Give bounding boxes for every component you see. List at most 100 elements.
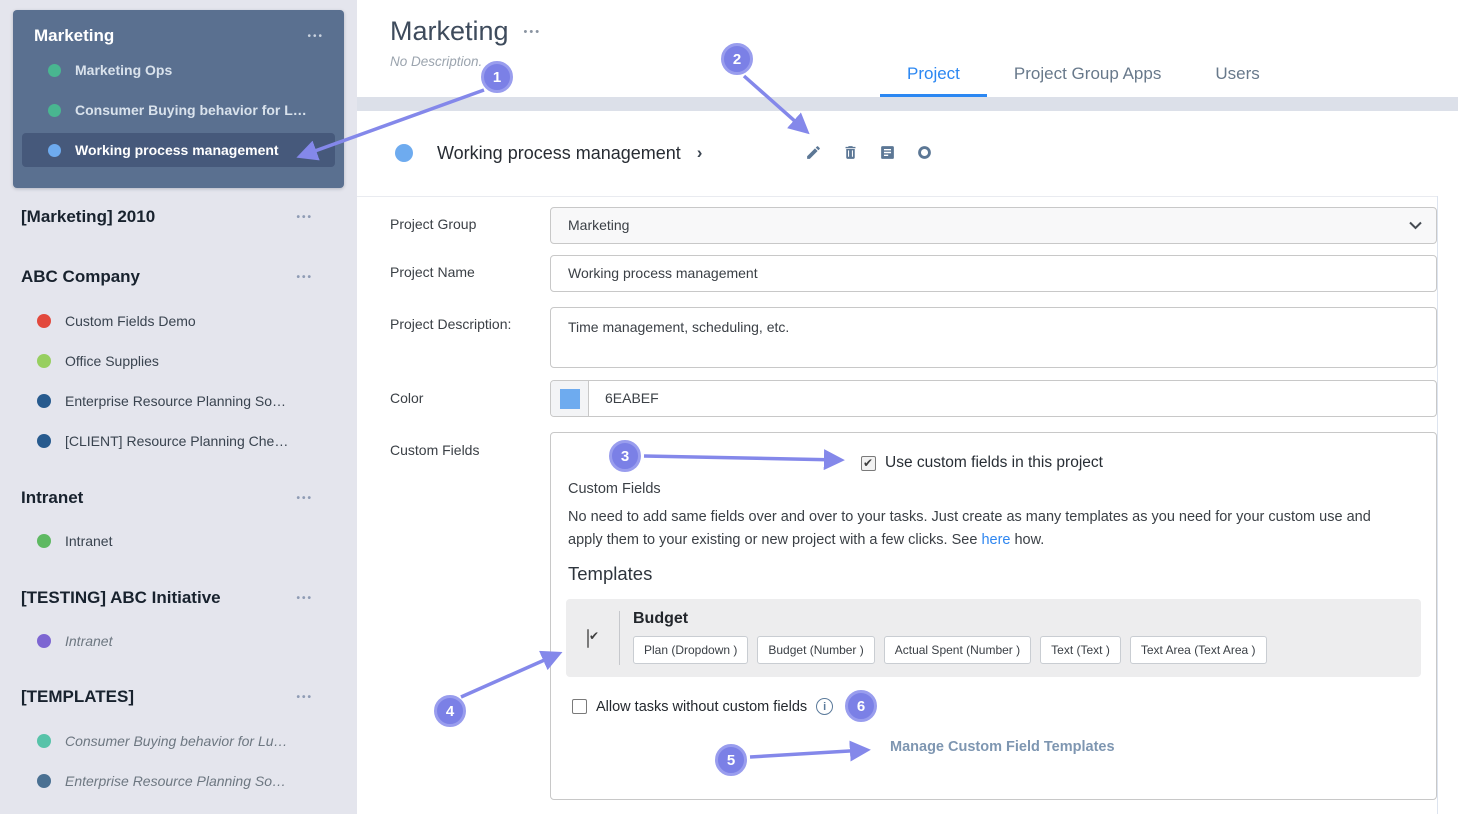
more-icon[interactable]: ••• xyxy=(296,493,313,504)
more-icon[interactable]: ••• xyxy=(296,593,313,604)
sidebar-group-title: [Marketing] 2010 xyxy=(21,207,156,226)
use-custom-fields-checkbox[interactable] xyxy=(861,455,876,471)
sidebar-item-working-process-management[interactable]: Working process management xyxy=(22,133,335,167)
color-value-input[interactable]: 6EABEF xyxy=(589,381,659,416)
more-icon[interactable]: ••• xyxy=(296,272,313,283)
use-custom-fields-row: Use custom fields in this project xyxy=(861,454,1103,472)
sidebar-item-label: Consumer Buying behavior for Lu… xyxy=(65,733,288,749)
sidebar-item-label: Intranet xyxy=(65,533,113,549)
custom-fields-description: No need to add same fields over and over… xyxy=(568,506,1371,552)
sidebar-group-title: [TESTING] ABC Initiative xyxy=(21,588,221,607)
more-icon[interactable]: ••• xyxy=(524,26,542,38)
sidebar-group-header: Marketing ••• xyxy=(13,10,344,50)
edit-pencil-icon[interactable] xyxy=(805,144,822,161)
color-field: 6EABEF xyxy=(550,380,1437,417)
sidebar-item-template-erp[interactable]: Enterprise Resource Planning So… xyxy=(0,761,357,801)
sidebar-item-label: Working process management xyxy=(75,142,279,158)
sidebar-item-custom-fields-demo[interactable]: Custom Fields Demo xyxy=(0,301,357,341)
manage-custom-field-templates-link[interactable]: Manage Custom Field Templates xyxy=(890,739,1115,755)
annotation-badge-4: 4 xyxy=(434,695,466,727)
sidebar-item-template-consumer-buying[interactable]: Consumer Buying behavior for Lu… xyxy=(0,721,357,761)
sidebar-item-consumer-buying[interactable]: Consumer Buying behavior for L… xyxy=(13,90,344,130)
here-link[interactable]: here xyxy=(981,532,1010,548)
sidebar-item-testing-intranet[interactable]: Intranet xyxy=(0,621,357,661)
template-body: Budget Plan (Dropdown ) Budget (Number )… xyxy=(633,610,1267,664)
sidebar-item-office-supplies[interactable]: Office Supplies xyxy=(0,341,357,381)
project-description-textarea[interactable]: Time management, scheduling, etc. xyxy=(550,307,1437,368)
sidebar-item-label: Intranet xyxy=(65,633,113,649)
chevron-down-icon xyxy=(1409,221,1422,230)
allow-tasks-checkbox[interactable] xyxy=(572,699,587,714)
project-name-input[interactable]: Working process management xyxy=(550,255,1437,292)
custom-fields-label: Custom Fields xyxy=(390,442,480,458)
sidebar-item-marketing-ops[interactable]: Marketing Ops xyxy=(13,50,344,90)
sidebar-item-client-resource-planning[interactable]: [CLIENT] Resource Planning Che… xyxy=(0,421,357,461)
app-window: Marketing ••• Marketing Ops Consumer Buy… xyxy=(0,0,1458,814)
more-icon[interactable]: ••• xyxy=(296,212,313,223)
project-bar-title: Working process management xyxy=(437,142,681,163)
custom-fields-section-title: Custom Fields xyxy=(568,481,661,497)
view-eye-icon[interactable] xyxy=(916,144,933,161)
sidebar-group-title: [TEMPLATES] xyxy=(21,687,135,706)
template-checkbox[interactable] xyxy=(587,629,589,648)
tab-bar: Project Project Group Apps Users xyxy=(880,53,1287,97)
project-toolbar xyxy=(805,144,933,161)
sidebar-item-label: [CLIENT] Resource Planning Che… xyxy=(65,433,289,449)
project-group-select[interactable]: Marketing xyxy=(550,207,1437,244)
project-group-value: Marketing xyxy=(568,217,630,233)
sidebar-item-erp-software[interactable]: Enterprise Resource Planning So… xyxy=(0,381,357,421)
project-name-label: Project Name xyxy=(390,264,475,280)
sidebar-item-label: Marketing Ops xyxy=(75,62,173,78)
delete-trash-icon[interactable] xyxy=(842,144,859,161)
content-divider xyxy=(357,196,1437,197)
tab-users[interactable]: Users xyxy=(1188,53,1286,97)
chip-text-text: Text (Text ) xyxy=(1040,636,1121,664)
chip-plan-dropdown: Plan (Dropdown ) xyxy=(633,636,749,664)
page-title-row: Marketing ••• xyxy=(390,16,541,47)
project-color-dot xyxy=(48,143,61,157)
page-subtitle: No Description. xyxy=(390,54,483,69)
description-line2-end: how. xyxy=(1010,532,1045,548)
notes-icon[interactable] xyxy=(879,144,896,161)
sidebar-item-intranet[interactable]: Intranet xyxy=(0,521,357,561)
sidebar-group-title: Intranet xyxy=(21,488,84,507)
project-color-dot xyxy=(37,434,51,448)
more-icon[interactable]: ••• xyxy=(307,31,324,42)
sidebar-group-title: Marketing xyxy=(34,26,115,45)
project-description-label: Project Description: xyxy=(390,316,512,332)
main-panel: Marketing ••• No Description. Project Pr… xyxy=(357,0,1458,814)
annotation-badge-5: 5 xyxy=(715,744,747,776)
sidebar-group-intranet[interactable]: Intranet ••• xyxy=(0,481,357,515)
annotation-badge-2: 2 xyxy=(721,43,753,75)
sidebar-group-title: ABC Company xyxy=(21,267,141,286)
sidebar-item-label: Consumer Buying behavior for L… xyxy=(75,102,307,118)
project-color-dot xyxy=(37,314,51,328)
project-color-dot xyxy=(37,534,51,548)
sidebar-group-templates[interactable]: [TEMPLATES] ••• xyxy=(0,680,357,714)
sidebar-item-label: Enterprise Resource Planning So… xyxy=(65,393,287,409)
chip-text-area: Text Area (Text Area ) xyxy=(1129,636,1267,664)
project-color-dot xyxy=(395,144,413,162)
sidebar-group-testing-abc-initiative[interactable]: [TESTING] ABC Initiative ••• xyxy=(0,581,357,615)
page-title: Marketing xyxy=(390,16,509,46)
chevron-right-icon[interactable]: › xyxy=(697,143,703,163)
project-color-dot xyxy=(37,774,51,788)
color-swatch-button[interactable] xyxy=(551,381,589,416)
info-icon[interactable]: i xyxy=(816,698,834,715)
annotation-badge-3: 3 xyxy=(609,440,641,472)
sidebar-group-marketing: Marketing ••• Marketing Ops Consumer Buy… xyxy=(13,10,344,188)
templates-title: Templates xyxy=(568,563,653,584)
project-bar: Working process management › xyxy=(395,133,702,173)
color-swatch xyxy=(559,388,580,409)
projects-sidebar: Marketing ••• Marketing Ops Consumer Buy… xyxy=(0,0,357,814)
tab-project[interactable]: Project xyxy=(880,53,987,97)
header-divider-band xyxy=(357,97,1458,111)
tab-project-group-apps[interactable]: Project Group Apps xyxy=(987,53,1188,97)
chip-actual-spent-number: Actual Spent (Number ) xyxy=(883,636,1032,664)
sidebar-group-marketing-2010[interactable]: [Marketing] 2010 ••• xyxy=(0,200,357,234)
sidebar-group-abc-company[interactable]: ABC Company ••• xyxy=(0,260,357,294)
more-icon[interactable]: ••• xyxy=(296,692,313,703)
right-divider xyxy=(1437,196,1438,814)
project-color-dot xyxy=(48,103,61,117)
description-line2: apply them to your existing or new proje… xyxy=(568,532,982,548)
